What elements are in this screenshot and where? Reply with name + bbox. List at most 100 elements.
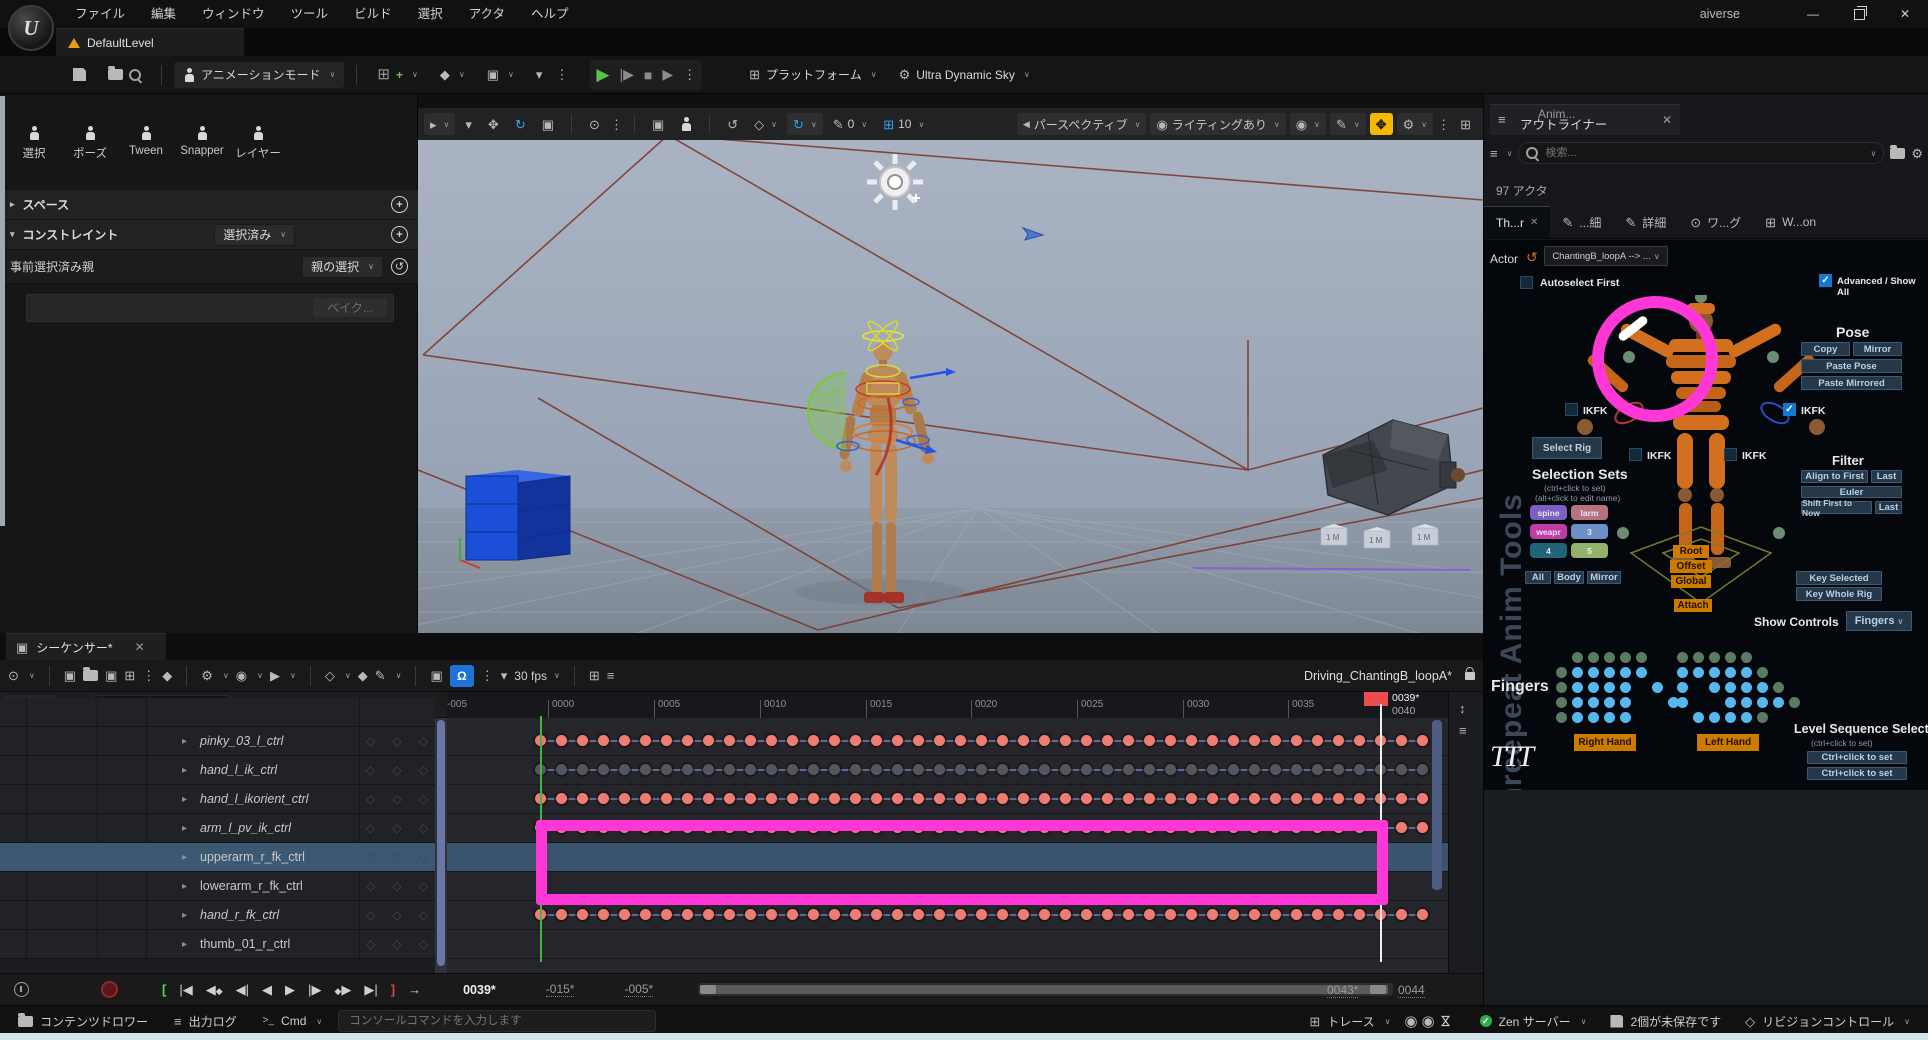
keyframe-dot[interactable]: [1333, 735, 1344, 746]
tab-details-misc[interactable]: ✎...細: [1550, 206, 1613, 238]
keyframe-dot[interactable]: [724, 735, 735, 746]
keyframe-dot[interactable]: [619, 735, 630, 746]
viewport-overflow-icon[interactable]: ⋮: [1437, 118, 1450, 131]
outliner-search-input[interactable]: [1543, 146, 1862, 160]
keyframe-dot[interactable]: [682, 764, 693, 775]
keyframe-dot[interactable]: [1102, 764, 1113, 775]
keyframe-dot[interactable]: [892, 822, 903, 833]
keyframe-dot[interactable]: [1396, 764, 1407, 775]
keyframe-dot[interactable]: [1186, 822, 1197, 833]
selection-set-button[interactable]: 4: [1530, 543, 1567, 558]
keyframe-dot[interactable]: [955, 793, 966, 804]
track-key-row[interactable]: [447, 727, 1448, 756]
expand-arrow-icon[interactable]: ▸: [182, 736, 187, 747]
keyframe-dot[interactable]: [619, 793, 630, 804]
keyframe-dot[interactable]: [619, 822, 630, 833]
align-last-button[interactable]: Last: [1871, 470, 1902, 483]
selection-set-button[interactable]: 3: [1571, 524, 1608, 539]
keyframe-dot[interactable]: [892, 764, 903, 775]
finger-dot[interactable]: [1741, 697, 1752, 708]
keyframe-dot[interactable]: [1417, 735, 1428, 746]
keyframe-dot[interactable]: [871, 735, 882, 746]
keyframe-dot[interactable]: [766, 793, 777, 804]
keyframe-dot[interactable]: [913, 735, 924, 746]
revision-control-dropdown[interactable]: ◇リビジョンコントロール∨: [1735, 1009, 1920, 1033]
menu-help[interactable]: ヘルプ: [518, 0, 582, 28]
keyframe-dot[interactable]: [577, 764, 588, 775]
keyframe-dot[interactable]: [1018, 764, 1029, 775]
camera-speed-button[interactable]: ✥: [1370, 113, 1393, 135]
keyframe-dot[interactable]: [976, 764, 987, 775]
finger-dot[interactable]: [1556, 712, 1567, 723]
sets-mirror-button[interactable]: Mirror: [1587, 571, 1621, 584]
timeline-horizontal-scrollbar[interactable]: [698, 983, 1393, 996]
keyframe-dot[interactable]: [703, 793, 714, 804]
keyframe-dot[interactable]: [1144, 764, 1155, 775]
keyframe-dot[interactable]: [556, 793, 567, 804]
key-next-button[interactable]: ◇: [419, 734, 428, 748]
range-end-field[interactable]: 0044: [1398, 983, 1425, 998]
keyframe-dot[interactable]: [661, 909, 672, 920]
sequencer-key-area[interactable]: [447, 718, 1448, 973]
keyframe-dot[interactable]: [892, 735, 903, 746]
keyframe-dot[interactable]: [745, 764, 756, 775]
play-reverse-button[interactable]: ◀: [262, 982, 272, 998]
keyframe-dot[interactable]: [1165, 764, 1176, 775]
keyframe-dot[interactable]: [1228, 764, 1239, 775]
keyframe-dot[interactable]: [1228, 822, 1239, 833]
keyframe-dot[interactable]: [619, 764, 630, 775]
tab-outliner[interactable]: Anim... ≡ アウトライナー ✕: [1490, 104, 1680, 135]
breadcrumb-icon[interactable]: ≡: [607, 669, 615, 682]
finger-dot[interactable]: [1604, 697, 1615, 708]
play-button[interactable]: ▶: [596, 65, 609, 85]
create-camera-icon[interactable]: ▣: [105, 669, 117, 682]
keyframe-dot[interactable]: [766, 822, 777, 833]
keys-scrollbar[interactable]: [1432, 720, 1442, 890]
add-actor-dropdown[interactable]: ⊞+∨: [368, 62, 426, 88]
sequencer-track-row[interactable]: ▸arm_l_pv_ik_ctrl◇◇◇: [0, 814, 435, 843]
track-key-row[interactable]: [447, 901, 1448, 930]
keyframe-dot[interactable]: [661, 764, 672, 775]
keyframe-dot[interactable]: [1396, 909, 1407, 920]
finger-dot[interactable]: [1588, 652, 1599, 663]
keyframe-dot[interactable]: [955, 735, 966, 746]
finger-dot[interactable]: [1757, 712, 1768, 723]
keyframe-dot[interactable]: [1186, 909, 1197, 920]
select-tool-button[interactable]: ▾: [459, 113, 478, 135]
keyframe-dot[interactable]: [829, 909, 840, 920]
key-next-button[interactable]: ◇: [419, 937, 428, 951]
keyframe-dot[interactable]: [871, 822, 882, 833]
keyframe-dot[interactable]: [640, 793, 651, 804]
snap-toggle-button[interactable]: Ω: [450, 665, 474, 687]
keyframe-dot[interactable]: [787, 909, 798, 920]
keyframe-dot[interactable]: [1291, 735, 1302, 746]
keyframe-dot[interactable]: [1081, 764, 1092, 775]
maximize-viewport-button[interactable]: ⊞: [1454, 113, 1477, 135]
key-prev-button[interactable]: ◇: [366, 879, 375, 893]
keyframe-dot[interactable]: [850, 909, 861, 920]
finger-dot[interactable]: [1572, 712, 1583, 723]
keyframe-dot[interactable]: [997, 764, 1008, 775]
finger-dot[interactable]: [1604, 682, 1615, 693]
keyframe-dot[interactable]: [598, 793, 609, 804]
expand-arrow-icon[interactable]: ▸: [182, 765, 187, 776]
keyframe-dot[interactable]: [703, 735, 714, 746]
track-key-row[interactable]: [447, 756, 1448, 785]
keyframe-dot[interactable]: [1123, 822, 1134, 833]
finger-dot[interactable]: [1588, 682, 1599, 693]
keyframe-dot[interactable]: [1291, 764, 1302, 775]
keyframe-dot[interactable]: [934, 909, 945, 920]
skip-to-end-button[interactable]: ▶: [662, 66, 673, 83]
bake-button[interactable]: ベイク...: [313, 298, 387, 317]
tab-window[interactable]: ⊞W...on: [1753, 206, 1828, 238]
sets-all-button[interactable]: All: [1525, 571, 1551, 584]
finger-dot[interactable]: [1773, 682, 1784, 693]
sequencer-track-row[interactable]: ▸pinky_03_l_ctrl◇◇◇: [0, 727, 435, 756]
key-next-button[interactable]: ◇: [419, 908, 428, 922]
viewport-panel[interactable]: ▸∨ ▾ ✥ ↻ ▣ ⊙ ⋮ ▣ ↺ ◇∨ ↻∨ ✎0∨ ⊞10∨ ◀パースペク…: [418, 94, 1483, 633]
key-prev-button[interactable]: ◇: [366, 908, 375, 922]
translate-tool-button[interactable]: ✥: [482, 113, 505, 135]
blueprints-dropdown[interactable]: ◆∨: [431, 62, 474, 88]
keyframe-dot[interactable]: [745, 822, 756, 833]
keyframe-dot[interactable]: [556, 822, 567, 833]
